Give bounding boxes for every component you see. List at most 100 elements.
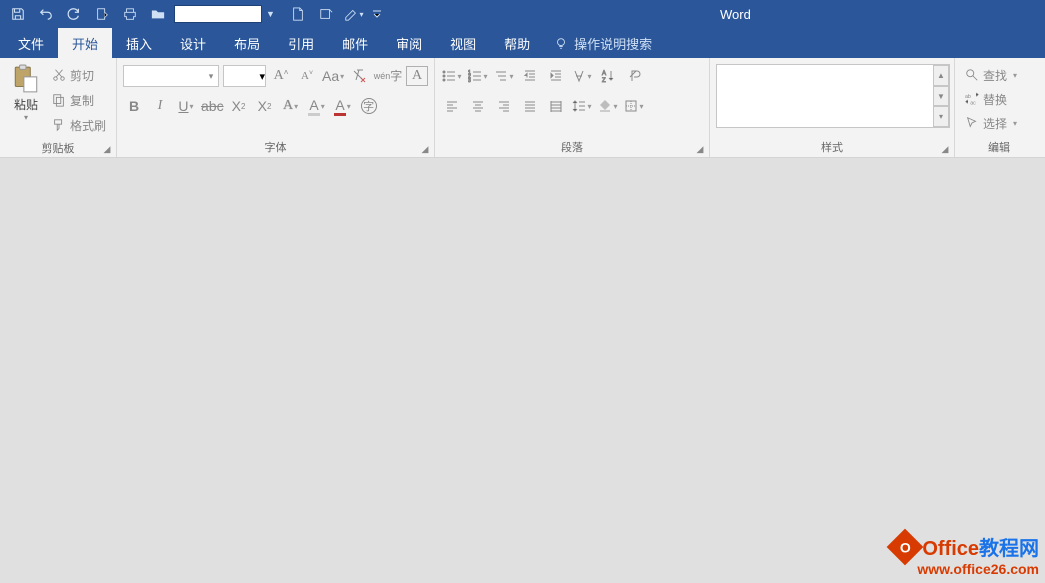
align-center-button[interactable]	[467, 95, 489, 117]
ribbon-tabs: 文件 开始 插入 设计 布局 引用 邮件 审阅 视图 帮助 操作说明搜索	[0, 28, 1045, 58]
group-paragraph: ▾ 123▾ ▾ ▾ AZ ▾ ▾ ▾	[435, 58, 710, 157]
clipboard-group-label: 剪贴板 ◢	[0, 140, 116, 157]
subscript-button[interactable]: X2	[228, 95, 250, 117]
svg-text:ab: ab	[965, 94, 971, 100]
tab-mailings[interactable]: 邮件	[328, 28, 382, 58]
redo-button[interactable]	[62, 2, 86, 26]
svg-text:3: 3	[468, 78, 471, 83]
find-button[interactable]: 查找▾	[961, 64, 1037, 86]
editing-group-label: 编辑	[955, 139, 1043, 157]
font-color-button[interactable]: A▾	[332, 95, 354, 117]
asian-layout-button[interactable]: ▾	[571, 65, 593, 87]
increase-indent-button[interactable]	[545, 65, 567, 87]
copy-button[interactable]: 复制	[50, 89, 108, 111]
font-name-combo[interactable]: ▾	[123, 65, 219, 87]
clear-formatting-button[interactable]	[348, 65, 370, 87]
title-bar: ▼ ▾ Word	[0, 0, 1045, 28]
group-styles: ▲ ▼ ▾ 样式 ◢	[710, 58, 955, 157]
cut-button[interactable]: 剪切	[50, 64, 108, 86]
borders-button[interactable]: ▾	[623, 95, 645, 117]
strikethrough-button[interactable]: abc	[201, 95, 224, 117]
styles-gallery[interactable]: ▲ ▼ ▾	[716, 64, 950, 128]
qat-icon-4[interactable]	[90, 2, 114, 26]
copy-label: 复制	[70, 92, 94, 109]
svg-text:A: A	[602, 71, 606, 77]
char-border-button[interactable]: A	[406, 66, 428, 86]
multilevel-list-button[interactable]: ▾	[493, 65, 515, 87]
line-spacing-button[interactable]: ▾	[571, 95, 593, 117]
tab-home[interactable]: 开始	[58, 28, 112, 58]
tab-layout[interactable]: 布局	[220, 28, 274, 58]
tab-review[interactable]: 审阅	[382, 28, 436, 58]
qat-combo-input[interactable]	[174, 5, 262, 23]
watermark: O Office教程网 www.office26.com	[892, 532, 1039, 577]
font-group-label: 字体 ◢	[117, 139, 434, 157]
ribbon: 粘贴 ▾ 剪切 复制 格式刷 剪贴板 ◢	[0, 58, 1045, 158]
enclose-char-button[interactable]: 字	[358, 95, 380, 117]
quick-access-toolbar: ▼ ▾	[0, 0, 384, 28]
tab-insert[interactable]: 插入	[112, 28, 166, 58]
tab-view[interactable]: 视图	[436, 28, 490, 58]
group-editing: 查找▾ abac 替换 选择▾ 编辑	[955, 58, 1043, 157]
change-case-button[interactable]: Aa▾	[322, 65, 344, 87]
show-marks-button[interactable]	[623, 65, 645, 87]
tab-references[interactable]: 引用	[274, 28, 328, 58]
shading-button[interactable]: ▾	[597, 95, 619, 117]
replace-label: 替换	[983, 91, 1007, 108]
superscript-button[interactable]: X2	[254, 95, 276, 117]
paste-dropdown-icon: ▾	[24, 113, 28, 122]
grow-font-button[interactable]: A˄	[270, 65, 292, 87]
replace-icon: abac	[965, 92, 979, 106]
format-painter-button[interactable]: 格式刷	[50, 114, 108, 136]
paragraph-group-label: 段落 ◢	[435, 139, 709, 157]
align-justify-button[interactable]	[519, 95, 541, 117]
highlight-button[interactable]: A▾	[306, 95, 328, 117]
document-area[interactable]	[0, 158, 1045, 583]
qat-icon-9[interactable]	[314, 2, 338, 26]
save-button[interactable]	[6, 2, 30, 26]
paragraph-launcher[interactable]: ◢	[694, 143, 706, 155]
italic-button[interactable]: I	[149, 95, 171, 117]
styles-group-label: 样式 ◢	[710, 139, 954, 157]
replace-button[interactable]: abac 替换	[961, 88, 1037, 110]
new-doc-button[interactable]	[286, 2, 310, 26]
bullets-button[interactable]: ▾	[441, 65, 463, 87]
select-button[interactable]: 选择▾	[961, 112, 1037, 134]
group-clipboard: 粘贴 ▾ 剪切 复制 格式刷 剪贴板 ◢	[0, 58, 117, 157]
paste-icon	[12, 64, 40, 94]
tell-me-search[interactable]: 操作说明搜索	[544, 28, 652, 58]
shrink-font-button[interactable]: A˅	[296, 65, 318, 87]
tab-design[interactable]: 设计	[166, 28, 220, 58]
paste-button[interactable]: 粘贴 ▾	[6, 62, 46, 122]
tab-file[interactable]: 文件	[4, 28, 58, 58]
undo-button[interactable]	[34, 2, 58, 26]
qat-icon-10[interactable]: ▾	[342, 2, 366, 26]
decrease-indent-button[interactable]	[519, 65, 541, 87]
tab-help[interactable]: 帮助	[490, 28, 544, 58]
brush-icon	[52, 118, 66, 132]
styles-scroll-down[interactable]: ▼	[933, 86, 949, 107]
styles-launcher[interactable]: ◢	[939, 143, 951, 155]
tell-me-label: 操作说明搜索	[574, 34, 652, 53]
lightbulb-icon	[554, 36, 568, 50]
sort-button[interactable]: AZ	[597, 65, 619, 87]
print-button[interactable]	[118, 2, 142, 26]
open-button[interactable]	[146, 2, 170, 26]
cut-label: 剪切	[70, 67, 94, 84]
text-effects-button[interactable]: A▾	[280, 95, 302, 117]
align-right-button[interactable]	[493, 95, 515, 117]
watermark-logo-icon: O	[887, 528, 924, 565]
align-distributed-button[interactable]	[545, 95, 567, 117]
align-left-button[interactable]	[441, 95, 463, 117]
underline-button[interactable]: U▾	[175, 95, 197, 117]
styles-expand[interactable]: ▾	[933, 106, 949, 127]
bold-button[interactable]: B	[123, 95, 145, 117]
phonetic-guide-button[interactable]: wén字	[374, 65, 402, 87]
qat-customize-dropdown[interactable]	[370, 2, 384, 26]
font-launcher[interactable]: ◢	[419, 143, 431, 155]
font-size-combo[interactable]: ▾	[223, 65, 266, 87]
styles-scroll-up[interactable]: ▲	[933, 65, 949, 86]
qat-combo-dropdown[interactable]: ▼	[266, 9, 278, 19]
numbering-button[interactable]: 123▾	[467, 65, 489, 87]
clipboard-launcher[interactable]: ◢	[101, 143, 113, 155]
